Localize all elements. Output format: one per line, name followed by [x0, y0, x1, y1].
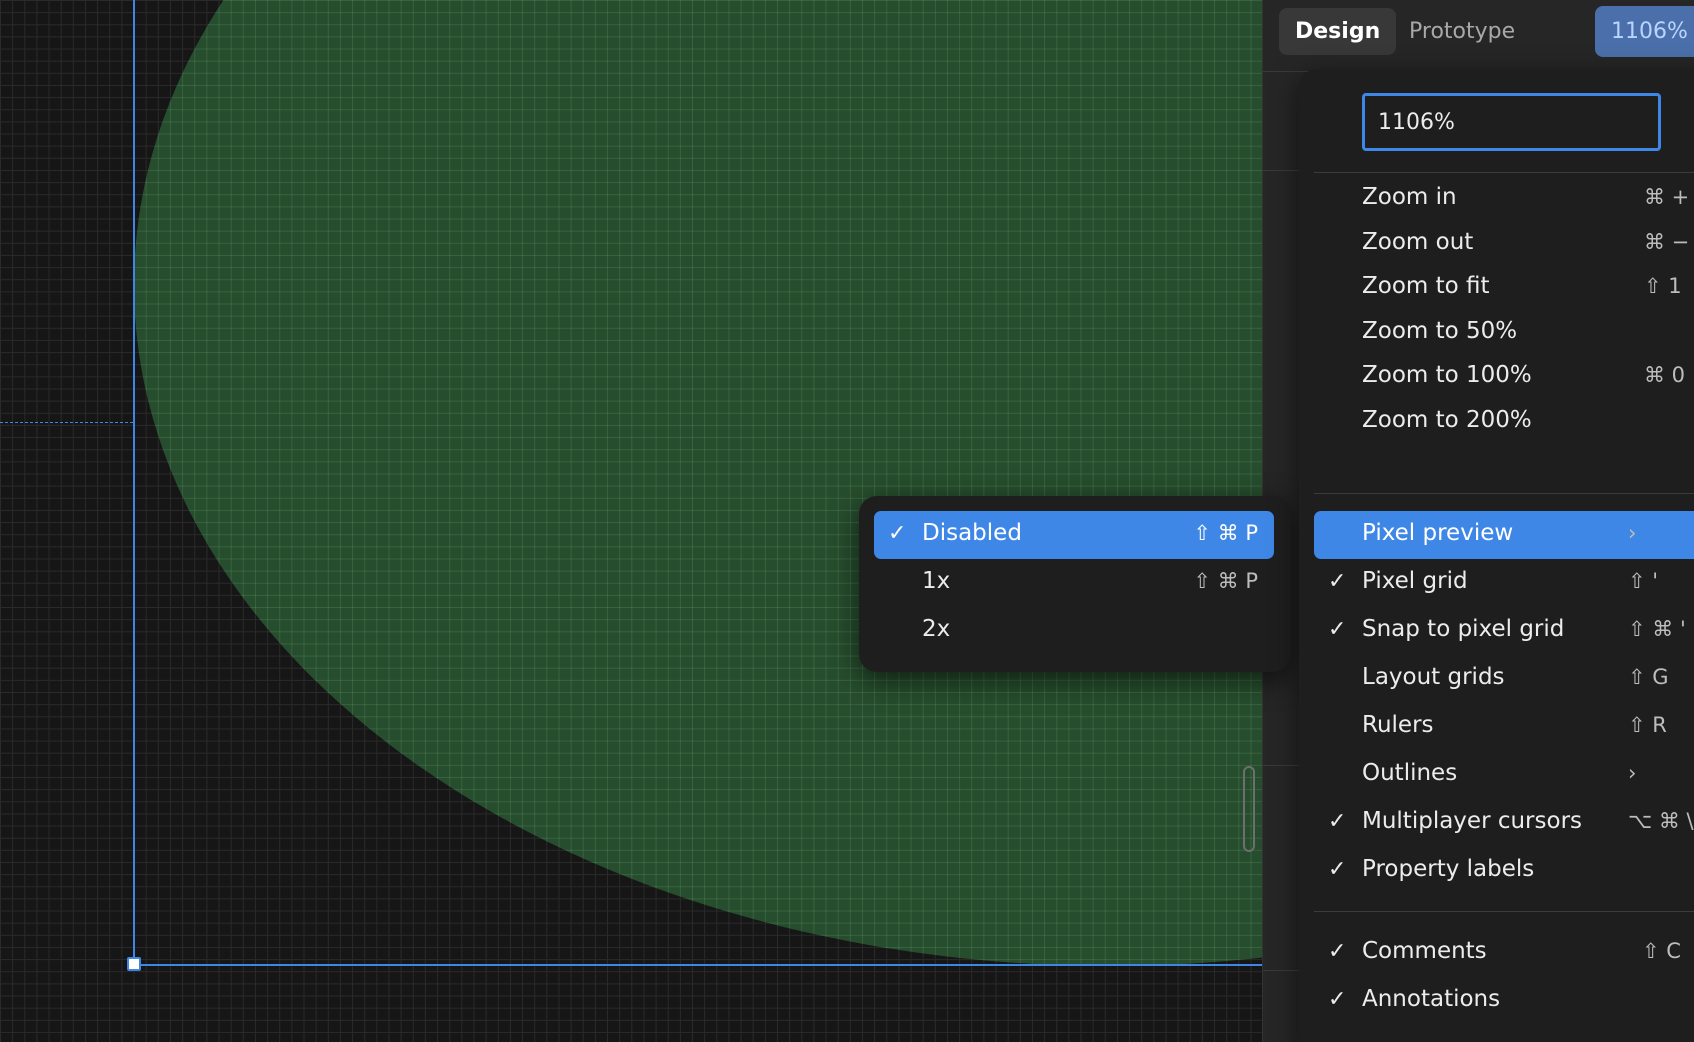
menu-item-label: Zoom to 50% [1362, 317, 1518, 344]
checkmark-icon: ✓ [1328, 987, 1347, 1012]
checkmark-icon: ✓ [1328, 617, 1347, 642]
resize-handle[interactable] [127, 957, 141, 971]
menu-item-annotations[interactable]: ✓ Annotations [1314, 977, 1694, 1025]
checkmark-icon: ✓ [1328, 939, 1347, 964]
menu-item-disabled[interactable]: ✓ Disabled ⇧ ⌘ P [874, 511, 1274, 559]
menu-item-label: Zoom to 100% [1362, 362, 1532, 388]
menu-item-2x[interactable]: 2x [874, 607, 1274, 655]
menu-item-zoom-to-fit[interactable]: Zoom to fit ⇧ 1 [1314, 264, 1694, 312]
menu-item-label: Zoom to fit [1362, 273, 1490, 299]
menu-item-outlines[interactable]: Outlines › [1314, 751, 1694, 799]
menu-divider [1314, 172, 1694, 173]
shortcut-label: ⌥ ⌘ \ [1628, 809, 1694, 833]
menu-item-label: Multiplayer cursors [1362, 808, 1583, 834]
checkmark-icon: ✓ [1328, 809, 1347, 834]
menu-item-zoom-in[interactable]: Zoom in ⌘ + [1314, 175, 1694, 223]
measurement-guide [0, 422, 133, 423]
chevron-right-icon: › [1628, 521, 1637, 545]
tab-design[interactable]: Design [1279, 8, 1397, 55]
menu-item-label: 2x [922, 616, 951, 642]
menu-item-zoom-out[interactable]: Zoom out ⌘ − [1314, 220, 1694, 268]
menu-item-zoom-to-50[interactable]: Zoom to 50% [1314, 309, 1694, 357]
menu-item-snap-to-pixel-grid[interactable]: ✓ Snap to pixel grid ⇧ ⌘ ' [1314, 607, 1694, 655]
menu-item-label: Pixel grid [1362, 568, 1468, 594]
menu-item-pixel-preview[interactable]: Pixel preview › [1314, 511, 1694, 559]
menu-divider [1314, 493, 1694, 494]
menu-item-label: Zoom to 200% [1362, 406, 1532, 433]
checkmark-icon: ✓ [1328, 569, 1347, 594]
menu-item-label: Outlines [1362, 760, 1458, 786]
shortcut-label: ⌘ + [1644, 185, 1690, 209]
shortcut-label: ⌘ − [1644, 229, 1690, 254]
menu-divider [1314, 911, 1694, 912]
menu-item-multiplayer-cursors[interactable]: ✓ Multiplayer cursors ⌥ ⌘ \ [1314, 799, 1694, 847]
canvas-scrollbar[interactable] [1243, 766, 1255, 852]
selection-edge-bottom [133, 964, 1262, 966]
menu-item-layout-grids[interactable]: Layout grids ⇧ G [1314, 655, 1694, 703]
menu-item-label: 1x [922, 568, 951, 594]
menu-item-rulers[interactable]: Rulers ⇧ R [1314, 703, 1694, 751]
tab-prototype[interactable]: Prototype [1393, 8, 1531, 55]
checkmark-icon: ✓ [888, 521, 907, 546]
pixel-preview-submenu: ✓ Disabled ⇧ ⌘ P 1x ⇧ ⌘ P 2x [859, 496, 1291, 672]
menu-item-label: Property labels [1362, 856, 1535, 882]
menu-item-zoom-to-200[interactable]: Zoom to 200% [1314, 398, 1694, 446]
zoom-level-button[interactable]: 1106% [1595, 6, 1694, 57]
shortcut-label: ⇧ ' [1628, 569, 1659, 593]
shortcut-label: ⇧ 1 [1644, 274, 1682, 298]
checkmark-icon: ✓ [1328, 857, 1347, 882]
menu-item-label: Zoom in [1362, 184, 1457, 210]
zoom-view-menu: Zoom in⌘ +Zoom out⌘ −Zoom to fit⇧ 1Zoom … [1299, 69, 1694, 1042]
chevron-right-icon: › [1628, 761, 1637, 785]
panel-header: Design Prototype 1106% [1263, 0, 1694, 72]
menu-item-zoom-to-100[interactable]: Zoom to 100% ⌘ 0 [1314, 353, 1694, 401]
shortcut-label: ⇧ ⌘ P [1193, 521, 1258, 545]
menu-item-label: Comments [1362, 938, 1487, 964]
zoom-input[interactable] [1362, 93, 1661, 151]
menu-item-label: Zoom out [1362, 228, 1474, 255]
shortcut-label: ⇧ R [1628, 713, 1667, 737]
menu-item-label: Layout grids [1362, 664, 1505, 690]
shortcut-label: ⇧ G [1628, 665, 1669, 689]
ellipse-shape[interactable] [134, 0, 1262, 966]
shortcut-label: ⇧ ⌘ ' [1628, 617, 1686, 641]
menu-item-label: Snap to pixel grid [1362, 616, 1565, 642]
menu-item-label: Annotations [1362, 986, 1501, 1012]
menu-item-1x[interactable]: 1x ⇧ ⌘ P [874, 559, 1274, 607]
menu-item-property-labels[interactable]: ✓ Property labels [1314, 847, 1694, 895]
shortcut-label: ⇧ C [1642, 939, 1681, 963]
menu-item-comments[interactable]: ✓ Comments ⇧ C [1314, 929, 1694, 977]
selection-edge-left [133, 0, 135, 966]
menu-item-label: Pixel preview [1362, 520, 1514, 546]
shortcut-label: ⌘ 0 [1644, 363, 1686, 387]
menu-item-label: Disabled [922, 520, 1022, 546]
shortcut-label: ⇧ ⌘ P [1193, 569, 1258, 593]
menu-item-label: Rulers [1362, 712, 1434, 738]
menu-item-pixel-grid[interactable]: ✓ Pixel grid ⇧ ' [1314, 559, 1694, 607]
